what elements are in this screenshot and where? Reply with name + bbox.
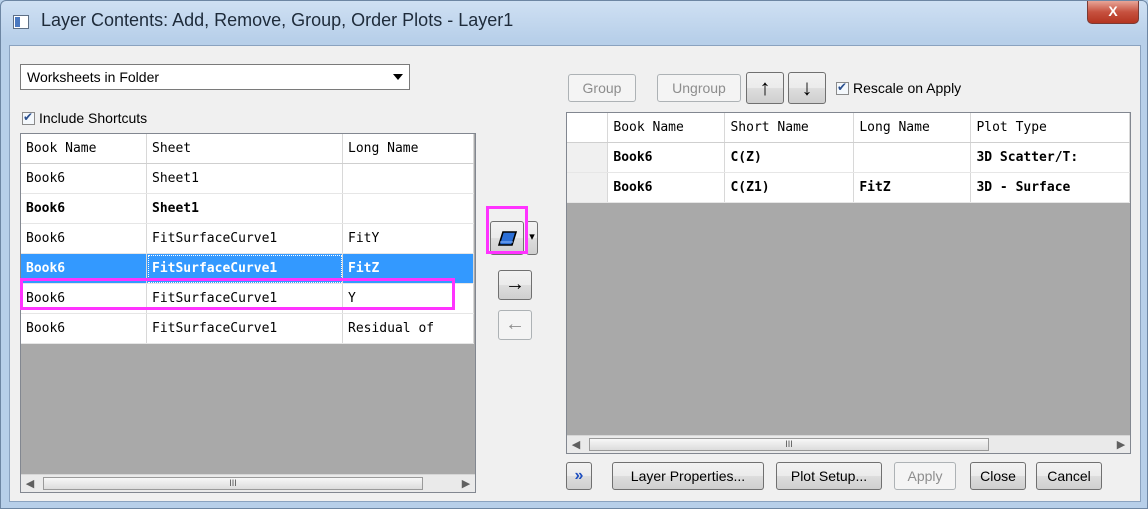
cell-short-name: C(Z1) xyxy=(724,172,855,203)
rescale-on-apply-label: Rescale on Apply xyxy=(853,80,962,96)
layer-plot-list[interactable]: Book Name Short Name Long Name Plot Type… xyxy=(566,112,1131,454)
horizontal-scrollbar[interactable]: ◀ III ▶ xyxy=(567,435,1130,453)
column-header-plot-type[interactable]: Plot Type xyxy=(970,113,1130,143)
chevron-down-icon xyxy=(393,74,403,80)
cell-sheet: Sheet1 xyxy=(146,193,343,224)
add-to-layer-button[interactable]: → xyxy=(498,270,532,300)
table-row[interactable]: Book6 Sheet1 xyxy=(21,163,474,194)
cell-long-name: FitY xyxy=(342,223,474,254)
checkbox-icon[interactable] xyxy=(22,110,35,125)
cancel-button[interactable]: Cancel xyxy=(1036,462,1102,490)
layer-properties-button[interactable]: Layer Properties... xyxy=(612,462,764,490)
plot-setup-button[interactable]: Plot Setup... xyxy=(776,462,882,490)
cell-book: Book6 xyxy=(607,142,726,173)
cell-book: Book6 xyxy=(21,193,147,224)
window-title: Layer Contents: Add, Remove, Group, Orde… xyxy=(41,10,514,30)
table-row[interactable]: Book6 Sheet1 xyxy=(21,193,474,224)
expand-button[interactable]: » xyxy=(566,462,592,490)
title-bar[interactable]: Layer Contents: Add, Remove, Group, Orde… xyxy=(1,1,1147,45)
move-down-button[interactable]: ↓ xyxy=(788,72,826,104)
move-up-button[interactable]: ↑ xyxy=(746,72,784,104)
column-header-short-name[interactable]: Short Name xyxy=(724,113,855,143)
highlight-selected-row xyxy=(20,278,455,310)
source-select-value: Worksheets in Folder xyxy=(27,69,160,85)
cell-sheet: Sheet1 xyxy=(146,163,343,194)
scroll-right-icon[interactable]: ▶ xyxy=(459,477,473,490)
rescale-on-apply-checkbox[interactable]: Rescale on Apply xyxy=(836,80,961,96)
table-row[interactable]: Book6 C(Z1) FitZ 3D - Surface xyxy=(567,172,1130,203)
scroll-thumb[interactable]: III xyxy=(43,477,423,490)
checkbox-icon[interactable] xyxy=(836,80,849,95)
include-shortcuts-checkbox[interactable]: Include Shortcuts xyxy=(22,110,147,126)
scroll-left-icon[interactable]: ◀ xyxy=(569,438,583,451)
column-header-sheet[interactable]: Sheet xyxy=(146,134,343,164)
column-header-book-name[interactable]: Book Name xyxy=(21,134,147,164)
column-header-long-name[interactable]: Long Name xyxy=(342,134,474,164)
table-row[interactable]: Book6 C(Z) 3D Scatter/T: xyxy=(567,142,1130,173)
cell-long-name xyxy=(853,142,972,173)
close-window-button[interactable]: X xyxy=(1087,1,1139,24)
scroll-right-icon[interactable]: ▶ xyxy=(1114,438,1128,451)
row-header-corner xyxy=(567,113,609,143)
cell-long-name xyxy=(342,193,474,224)
column-header-book-name[interactable]: Book Name xyxy=(607,113,726,143)
cell-sheet: FitSurfaceCurve1 xyxy=(146,313,343,344)
scroll-left-icon[interactable]: ◀ xyxy=(23,477,37,490)
cell-sheet: FitSurfaceCurve1 xyxy=(146,223,343,254)
cell-plot-type: 3D Scatter/T: xyxy=(970,142,1130,173)
worksheet-table: Book Name Sheet Long Name Book6 Sheet1 B… xyxy=(21,134,474,344)
horizontal-scrollbar[interactable]: ◀ III ▶ xyxy=(21,474,475,492)
highlight-plot-type xyxy=(486,206,528,254)
group-button[interactable]: Group xyxy=(568,74,636,102)
app-icon xyxy=(13,15,29,29)
cell-short-name: C(Z) xyxy=(724,142,855,173)
column-header-long-name[interactable]: Long Name xyxy=(853,113,972,143)
close-button[interactable]: Close xyxy=(970,462,1026,490)
worksheet-list[interactable]: Book Name Sheet Long Name Book6 Sheet1 B… xyxy=(20,133,476,493)
table-row[interactable]: Book6 FitSurfaceCurve1 Residual of xyxy=(21,313,474,344)
row-header[interactable] xyxy=(567,142,609,173)
cell-book: Book6 xyxy=(21,163,147,194)
cell-book: Book6 xyxy=(607,172,726,203)
table-row[interactable]: Book6 FitSurfaceCurve1 FitY xyxy=(21,223,474,254)
remove-from-layer-button[interactable]: ← xyxy=(498,310,532,340)
dialog-body: Worksheets in Folder Include Shortcuts B… xyxy=(9,45,1141,502)
cell-long-name: Residual of xyxy=(342,313,474,344)
apply-button[interactable]: Apply xyxy=(894,462,956,490)
cell-long-name xyxy=(342,163,474,194)
row-header[interactable] xyxy=(567,172,609,203)
source-select[interactable]: Worksheets in Folder xyxy=(20,64,410,90)
cell-book: Book6 xyxy=(21,313,147,344)
ungroup-button[interactable]: Ungroup xyxy=(657,74,741,102)
scroll-thumb[interactable]: III xyxy=(589,438,989,451)
include-shortcuts-label: Include Shortcuts xyxy=(39,110,148,126)
cell-plot-type: 3D - Surface xyxy=(970,172,1130,203)
layer-plot-table: Book Name Short Name Long Name Plot Type… xyxy=(567,113,1130,203)
cell-book: Book6 xyxy=(21,223,147,254)
cell-long-name: FitZ xyxy=(853,172,972,203)
dialog-window: Layer Contents: Add, Remove, Group, Orde… xyxy=(0,0,1148,509)
